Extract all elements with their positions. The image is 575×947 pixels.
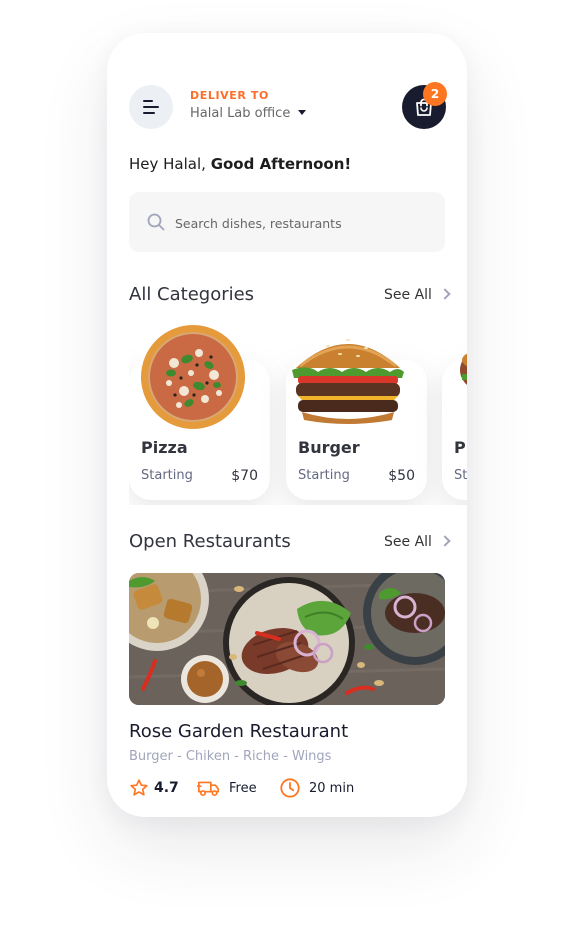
- see-all-label: See All: [384, 534, 432, 550]
- category-starting-label: Starting: [141, 468, 193, 483]
- search-icon: [147, 213, 165, 231]
- see-all-label: See All: [384, 287, 432, 303]
- search-input[interactable]: [173, 210, 427, 236]
- category-name: Pizza: [141, 438, 188, 457]
- menu-icon: [143, 100, 153, 102]
- search-bar[interactable]: [129, 192, 445, 252]
- phone-screen: DELIVER TO Halal Lab office 2 Hey Halal,…: [107, 33, 467, 817]
- restaurants-title: Open Restaurants: [129, 531, 291, 552]
- restaurant-name[interactable]: Rose Garden Restaurant: [129, 721, 348, 742]
- deliver-to-label: DELIVER TO: [190, 89, 269, 102]
- chevron-right-icon: [439, 535, 451, 547]
- time-value: 20 min: [309, 780, 355, 796]
- burger-image: [292, 339, 404, 424]
- category-card-burger[interactable]: Burger Starting $50: [286, 339, 427, 500]
- categories-title: All Categories: [129, 284, 255, 305]
- category-name: Burger: [298, 438, 360, 457]
- greeting-text: Hey Halal, Good Afternoon!: [129, 155, 351, 173]
- location-text: Halal Lab office: [190, 106, 291, 121]
- category-starting-label: Starting: [298, 468, 350, 483]
- category-card-pizza[interactable]: Pizza Starting $70: [129, 325, 270, 500]
- restaurants-see-all[interactable]: See All: [384, 534, 451, 550]
- rating-value: 4.7: [154, 780, 179, 796]
- clock-icon: [280, 778, 300, 798]
- menu-icon-line: [143, 112, 155, 114]
- category-price: $70: [231, 468, 258, 484]
- delivery-truck-icon: [197, 781, 220, 797]
- restaurant-food-image: [129, 573, 445, 705]
- pizza-image: [141, 325, 245, 429]
- greeting-prefix: Hey Halal,: [129, 155, 211, 173]
- rating-info: 4.7: [129, 776, 179, 800]
- cart-count-badge: 2: [423, 82, 447, 106]
- category-partial-image: [460, 353, 467, 386]
- category-price: $50: [388, 468, 415, 484]
- category-starting-label: St: [454, 468, 467, 483]
- menu-icon-line: [143, 106, 159, 108]
- delivery-info: Free: [197, 776, 257, 800]
- restaurant-photo[interactable]: [129, 573, 445, 705]
- caret-down-icon: [298, 110, 307, 115]
- time-info: 20 min: [279, 776, 354, 800]
- categories-see-all[interactable]: See All: [384, 287, 451, 303]
- delivery-value: Free: [229, 780, 257, 796]
- menu-button[interactable]: [129, 85, 173, 129]
- category-name: Pi: [454, 438, 467, 457]
- location-selector[interactable]: Halal Lab office: [190, 106, 307, 121]
- greeting-emphasis: Good Afternoon!: [210, 155, 352, 173]
- chevron-right-icon: [439, 288, 451, 300]
- restaurant-tags: Burger - Chiken - Riche - Wings: [129, 749, 332, 764]
- category-carousel[interactable]: Pizza Starting $70 Burger Starting $50 P…: [129, 325, 467, 505]
- star-icon: [130, 779, 148, 796]
- category-card-partial[interactable]: Pi St: [442, 353, 467, 500]
